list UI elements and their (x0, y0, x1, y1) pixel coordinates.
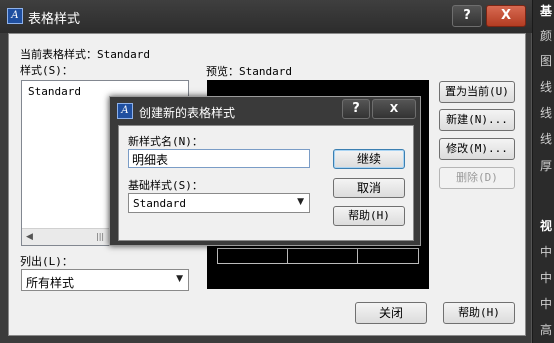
new-style-name-label: 新样式名(N)： (128, 135, 203, 148)
side-panel-item: 线 (540, 106, 553, 120)
side-panel-item: 高 (540, 323, 553, 337)
side-panel-item: 图 (540, 54, 553, 68)
continue-button[interactable]: 继续 (333, 149, 405, 169)
delete-button[interactable]: 删除(D) (439, 167, 515, 189)
main-titlebar[interactable]: A 表格样式 ? X (0, 0, 532, 33)
create-table-style-dialog: A 创建新的表格样式 ? X 新样式名(N)： 明细表 基础样式(S)： Sta… (109, 96, 421, 246)
dialog-client-area: 新样式名(N)： 明细表 基础样式(S)： Standard ▼ 继续 取消 帮… (118, 125, 414, 241)
side-panel-item: 线 (540, 132, 553, 146)
side-panel-item: 视 (540, 219, 553, 233)
dialog-title: 创建新的表格样式 (139, 106, 236, 120)
dialog-app-icon: A (117, 103, 133, 119)
side-panel-item: 线 (540, 80, 553, 94)
set-current-button[interactable]: 置为当前(U) (439, 81, 515, 103)
main-title: 表格样式 (28, 12, 81, 27)
side-panel-item: 中 (540, 297, 553, 311)
styles-label: 样式(S)： (20, 64, 73, 77)
close-button[interactable]: 关闭 (355, 302, 427, 324)
current-style-label: 当前表格样式：Standard (20, 48, 150, 61)
side-panel-item: 基 (540, 4, 553, 18)
base-style-label: 基础样式(S)： (128, 179, 203, 192)
dialog-help-button[interactable]: ? (342, 99, 370, 119)
base-style-value: Standard (133, 197, 186, 210)
chevron-down-icon: ▼ (176, 274, 183, 284)
side-panel-item: 厚 (540, 159, 553, 173)
list-item[interactable]: Standard (28, 85, 81, 98)
list-label: 列出(L)： (20, 255, 73, 268)
dialog-close-button[interactable]: X (372, 99, 416, 119)
scroll-grip-icon[interactable]: ||| (96, 232, 104, 241)
base-style-select[interactable]: Standard ▼ (128, 193, 310, 213)
app-icon: A (7, 8, 23, 24)
side-panel-item: 中 (540, 271, 553, 285)
main-close-button[interactable]: X (486, 5, 526, 27)
side-panel-item: 中 (540, 245, 553, 259)
side-panel-item: 颜 (540, 29, 553, 43)
scroll-left-icon[interactable]: ◀ (26, 232, 33, 242)
list-filter-value: 所有样式 (26, 276, 75, 290)
dialog-help-bottom-button[interactable]: 帮助(H) (333, 206, 405, 226)
chevron-down-icon: ▼ (297, 197, 304, 207)
new-style-name-input[interactable]: 明细表 (128, 149, 310, 168)
modify-button[interactable]: 修改(M)... (439, 138, 515, 160)
main-help-bottom-button[interactable]: 帮助(H) (443, 302, 515, 324)
main-help-button[interactable]: ? (452, 5, 482, 27)
cancel-button[interactable]: 取消 (333, 178, 405, 198)
list-filter-select[interactable]: 所有样式 ▼ (21, 269, 189, 291)
new-button[interactable]: 新建(N)... (439, 109, 515, 131)
preview-label: 预览：Standard (206, 65, 292, 78)
